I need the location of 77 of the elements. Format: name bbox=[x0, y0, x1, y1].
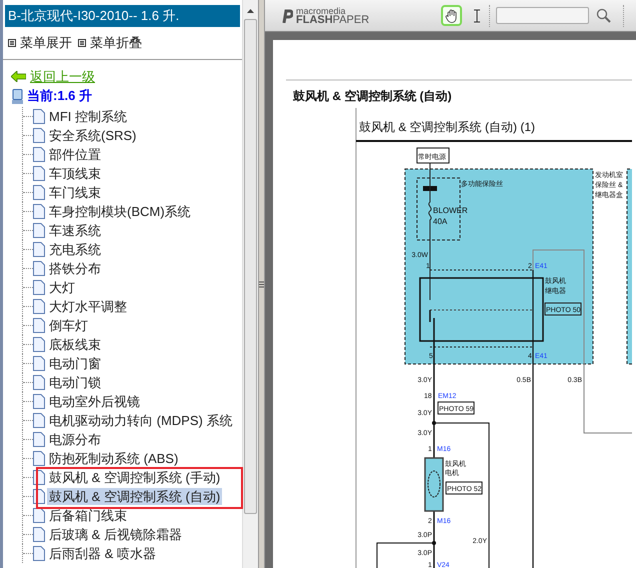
document-icon bbox=[33, 184, 45, 200]
tree-item[interactable]: 充电系统 bbox=[47, 240, 103, 258]
computer-icon bbox=[12, 88, 23, 104]
sidebar-title: B-北京现代-I30-2010-- 1.6 升. bbox=[5, 5, 240, 27]
document-icon bbox=[33, 508, 45, 522]
tree-item[interactable]: 后雨刮器 & 喷水器 bbox=[47, 544, 158, 562]
document-icon bbox=[33, 374, 45, 390]
motor-symbol bbox=[428, 470, 440, 498]
tree-item[interactable]: 车顶线束 bbox=[47, 164, 103, 182]
tree-item[interactable]: MFI 控制系统 bbox=[47, 108, 129, 124]
document-icon bbox=[33, 412, 45, 428]
source-box bbox=[416, 148, 450, 164]
tree-item[interactable]: 车身控制模块(BCM)系统 bbox=[47, 202, 193, 220]
document-icon bbox=[33, 280, 45, 294]
junction-dot bbox=[432, 541, 436, 545]
document-icon bbox=[33, 546, 45, 560]
document-icon bbox=[33, 166, 45, 180]
tree-item[interactable]: 大灯水平调整 bbox=[47, 298, 129, 314]
search-field[interactable] bbox=[496, 7, 590, 24]
scroll-up-arrow-icon[interactable] bbox=[247, 9, 254, 13]
page-heading: 鼓风机 & 空调控制系统 (自动) bbox=[293, 89, 452, 103]
tree-item[interactable]: 后玻璃 & 后视镜除霜器 bbox=[47, 526, 184, 542]
document-icon bbox=[33, 242, 45, 256]
junction-dot bbox=[432, 421, 436, 425]
blower-motor-box bbox=[424, 457, 444, 512]
tree-item[interactable]: 鼓风机 & 空调控制系统 (手动) bbox=[47, 468, 222, 486]
logo-icon bbox=[281, 8, 293, 22]
tree-item[interactable]: 电源分布 bbox=[47, 430, 103, 448]
document-icon bbox=[33, 526, 45, 542]
document-icon bbox=[33, 394, 45, 408]
tree-item[interactable]: 电动门锁 bbox=[47, 374, 103, 390]
hand-tool-button[interactable] bbox=[441, 5, 462, 26]
tree-item[interactable]: 后备箱门线束 bbox=[47, 506, 129, 524]
tree-item[interactable]: 安全系统(SRS) bbox=[47, 126, 138, 144]
fuse-bar bbox=[423, 186, 437, 191]
tree-item[interactable]: 电机驱动动力转向 (MDPS) 系统 bbox=[47, 412, 234, 428]
search-icon[interactable] bbox=[596, 8, 612, 23]
fuse-name: BLOWER bbox=[433, 206, 468, 215]
document-icon bbox=[33, 298, 45, 314]
tree-item[interactable]: 鼓风机 & 空调控制系统 (自动) bbox=[47, 488, 222, 504]
document-icon bbox=[33, 260, 45, 276]
hand-icon bbox=[444, 8, 459, 22]
menu-action[interactable]: 菜单展开 bbox=[20, 33, 72, 53]
menu-list-icon[interactable] bbox=[8, 39, 16, 47]
logo-wordmark: FLASHPAPER bbox=[296, 16, 370, 24]
tree-item[interactable]: 防抱死制动系统 (ABS) bbox=[47, 450, 180, 466]
document-icon bbox=[33, 356, 45, 370]
document-icon bbox=[33, 108, 45, 124]
document-icon bbox=[33, 128, 45, 142]
text-cursor-icon[interactable] bbox=[474, 8, 480, 22]
tree-item[interactable]: 车门线束 bbox=[47, 184, 103, 200]
document-icon bbox=[33, 336, 45, 352]
fuse-rating: 40A bbox=[433, 217, 448, 226]
current-level: 当前:1.6 升 bbox=[27, 87, 92, 106]
logo-text: macromedia bbox=[296, 6, 346, 16]
scrollbar[interactable] bbox=[242, 0, 258, 568]
document-icon bbox=[33, 222, 45, 238]
back-link[interactable]: 返回上一级 bbox=[11, 67, 95, 86]
document-icon bbox=[33, 450, 45, 466]
tree-item[interactable]: 车速系统 bbox=[47, 222, 103, 238]
grip-icon bbox=[259, 280, 264, 288]
menu-action[interactable]: 菜单折叠 bbox=[90, 33, 142, 53]
scroll-thumb[interactable] bbox=[244, 19, 257, 514]
tree-item[interactable]: 部件位置 bbox=[47, 146, 103, 162]
back-arrow-icon bbox=[11, 71, 26, 82]
diagram-title: 鼓风机 & 空调控制系统 (自动) (1) bbox=[359, 120, 535, 134]
tree-item[interactable]: 倒车灯 bbox=[47, 316, 90, 334]
tree-item[interactable]: 电动门窗 bbox=[47, 354, 103, 372]
document-icon bbox=[33, 318, 45, 332]
document-icon bbox=[33, 204, 45, 218]
tree-item[interactable]: 大灯 bbox=[47, 278, 77, 296]
document-icon bbox=[33, 432, 45, 446]
tree-item[interactable]: 搭铁分布 bbox=[47, 260, 103, 276]
menu-list-icon[interactable] bbox=[78, 39, 86, 47]
tree-item[interactable]: 底板线束 bbox=[47, 336, 103, 352]
tree-item[interactable]: 电动室外后视镜 bbox=[47, 392, 142, 410]
document-icon bbox=[33, 146, 45, 162]
